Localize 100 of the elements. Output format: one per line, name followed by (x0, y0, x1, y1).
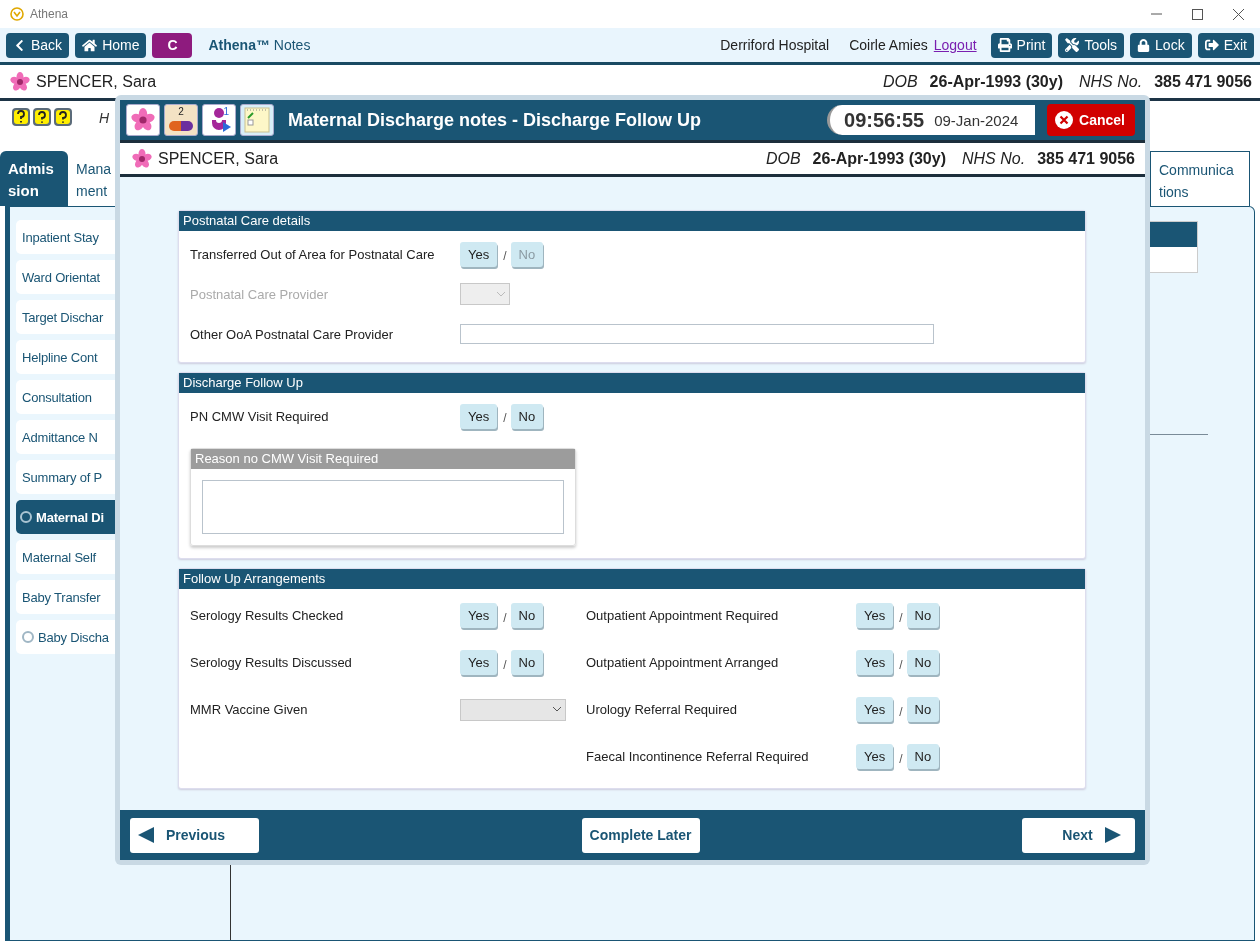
flower-icon (132, 148, 152, 169)
sidebar-item[interactable]: Maternal Di (16, 500, 116, 534)
lock-button[interactable]: Lock (1130, 32, 1192, 58)
option-button[interactable]: Yes (856, 697, 894, 722)
option-button[interactable]: Yes (856, 603, 894, 628)
sidebar-item[interactable]: Baby Transfer (16, 580, 116, 614)
separator-text: / (503, 249, 507, 263)
separator-text: / (899, 657, 903, 672)
sidebar-item[interactable]: Inpatient Stay (16, 220, 116, 254)
option-button[interactable]: Yes (460, 650, 498, 675)
tab[interactable]: Admis sion (0, 151, 68, 206)
sidebar-item[interactable]: Consultation (16, 380, 116, 414)
field-label: Urology Referral Required (586, 702, 738, 717)
field-label: Outpatient Appointment Required (586, 608, 780, 623)
input-field[interactable] (202, 480, 564, 534)
field-label: Serology Results Discussed (190, 655, 353, 670)
home-button[interactable]: Home (75, 32, 147, 58)
flower-tile[interactable] (126, 104, 160, 136)
sidebar-item[interactable]: Admittance N (16, 420, 116, 454)
tools-button[interactable]: Tools (1058, 32, 1125, 58)
dropdown-field[interactable] (460, 698, 566, 721)
field-label: Faecal Incontinence Referral Required (586, 749, 810, 764)
option-button[interactable]: Yes (856, 744, 894, 769)
option-button[interactable]: No (906, 650, 940, 675)
logout-link[interactable]: Logout (933, 37, 977, 53)
section-title: Discharge Follow Up (179, 373, 1085, 393)
close-icon[interactable] (1233, 8, 1244, 20)
option-button[interactable]: No (510, 650, 544, 675)
print-button[interactable]: Print (990, 32, 1053, 58)
printer-icon (997, 38, 1012, 52)
sidebar-item[interactable]: Summary of P (16, 460, 116, 494)
option-button[interactable]: Yes (460, 603, 498, 628)
field-label: Other OoA Postnatal Care Provider (190, 326, 395, 342)
option-button[interactable]: No (510, 403, 544, 429)
exit-button[interactable]: Exit (1197, 32, 1254, 58)
back-button[interactable]: Back (6, 32, 70, 58)
previous-button[interactable]: Previous (130, 817, 260, 853)
cancel-button[interactable]: Cancel (1047, 104, 1135, 136)
sidebar-item[interactable]: Ward Orientat (16, 260, 116, 294)
chevron-down-icon (553, 707, 561, 712)
app-name: Athena™ Notes (208, 37, 311, 53)
separator-text: / (899, 704, 903, 719)
medication-tile[interactable]: 2 (164, 104, 198, 136)
close-circle-icon (1055, 111, 1074, 129)
hospital-name: Derriford Hospital (720, 37, 830, 53)
nhs-label: NHS No. (962, 149, 1026, 168)
exit-icon (1204, 38, 1219, 52)
tools-icon (1065, 38, 1080, 52)
help-icon[interactable] (54, 108, 72, 126)
sidebar-item[interactable]: Baby Discha (16, 620, 116, 654)
count-text: 1 (223, 106, 229, 117)
separator-text: / (899, 610, 903, 625)
triangle-left-icon (138, 827, 154, 843)
next-button[interactable]: Next (1022, 817, 1135, 853)
count-text: 2 (178, 106, 184, 117)
capsule-icon (168, 120, 194, 132)
tab[interactable]: Communica tions (1150, 151, 1250, 206)
sidebar-item[interactable]: Helpline Cont (16, 340, 116, 374)
option-button[interactable]: No (906, 603, 940, 628)
field-label: Transferred Out of Area for Postnatal Care (190, 246, 436, 262)
separator-text: / (503, 411, 507, 425)
section-title: Postnatal Care details (179, 211, 1085, 231)
option-button[interactable]: Yes (460, 241, 498, 267)
notes-tile[interactable] (240, 104, 274, 136)
sidebar-item[interactable]: Target Dischar (16, 300, 116, 334)
flower-icon (131, 108, 155, 132)
option-button[interactable]: Yes (460, 403, 498, 429)
option-button[interactable]: Yes (856, 650, 894, 675)
separator-text: / (503, 657, 507, 672)
input-field[interactable] (460, 324, 934, 344)
option-button[interactable]: No (510, 603, 544, 628)
field-label: PN CMW Visit Required (190, 408, 330, 424)
help-icon[interactable] (12, 108, 30, 126)
dob-value: 26-Apr-1993 (30y) (929, 72, 1063, 91)
subtitle-text: H (99, 110, 110, 126)
lock-icon (1137, 38, 1151, 52)
app-logo-icon (10, 7, 24, 21)
field-label: MMR Vaccine Given (190, 702, 309, 717)
maximize-icon[interactable] (1192, 8, 1203, 20)
help-icon[interactable] (33, 108, 51, 126)
separator-text: / (503, 610, 507, 625)
complete-later-button[interactable]: Complete Later (581, 817, 700, 853)
option-button[interactable]: No (906, 697, 940, 722)
play-icon (223, 122, 231, 132)
letter-button[interactable]: C (152, 32, 193, 58)
nhs-label: NHS No. (1079, 72, 1143, 91)
person-tile[interactable]: 1 (202, 104, 236, 136)
panel-title: Reason no CMW Visit Required (191, 449, 575, 469)
time-text: 09:56:55 (844, 108, 925, 132)
dob-label: DOB (882, 72, 918, 91)
nhs-value: 385 471 9056 (1037, 149, 1135, 168)
triangle-right-icon (1104, 827, 1121, 843)
dob-value: 26-Apr-1993 (30y) (812, 149, 946, 168)
dialog-title: Maternal Discharge notes - Discharge Follow Up (288, 109, 702, 131)
sidebar-item[interactable]: Maternal Self (16, 540, 116, 574)
section-title: Follow Up Arrangements (179, 569, 1085, 589)
notepad-icon (244, 107, 270, 133)
option-button[interactable]: No (906, 744, 940, 769)
nhs-value: 385 471 9056 (1154, 72, 1252, 91)
window-title: Athena (30, 7, 69, 21)
